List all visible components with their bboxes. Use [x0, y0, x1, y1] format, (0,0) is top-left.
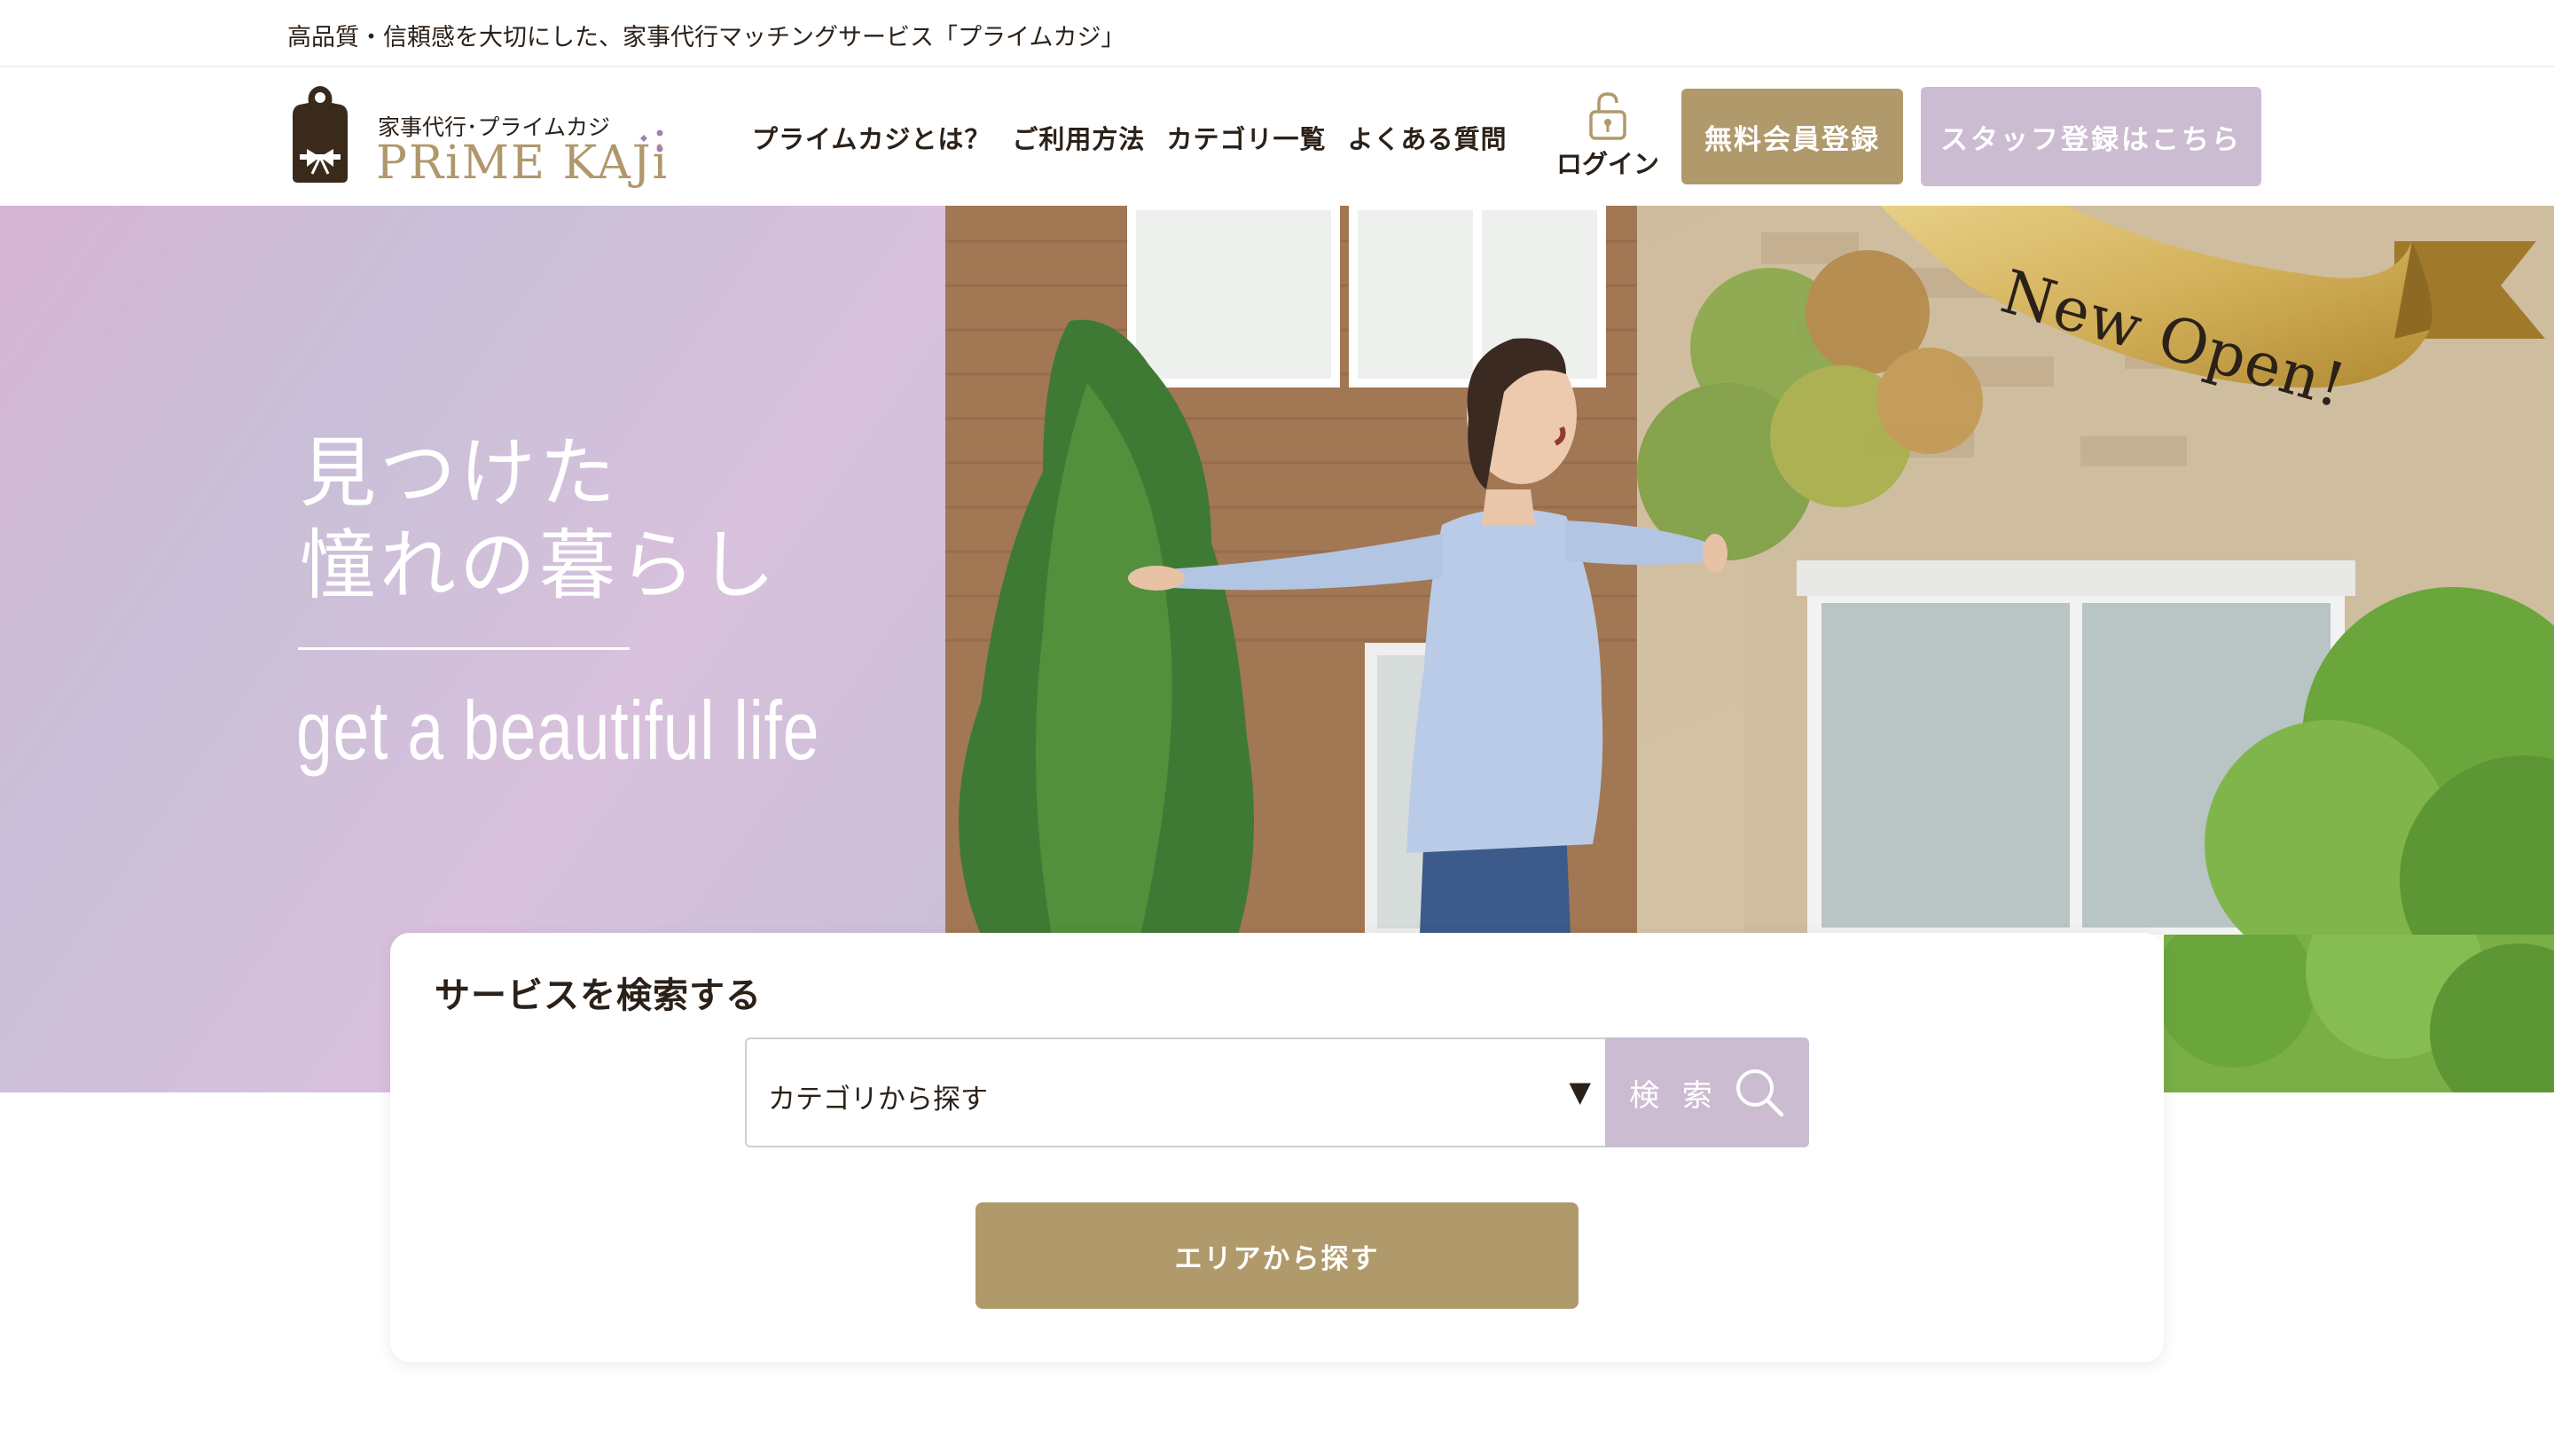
nav-faq[interactable]: よくある質問: [1347, 119, 1507, 156]
main-nav: プライムカジとは？ ご利用方法 カテゴリ一覧 よくある質問: [752, 119, 1507, 156]
search-button[interactable]: 検 索: [1605, 1037, 1809, 1147]
site-header: 家事代行･プライムカジ PRiME KAJi プライムカジとは？ ご利用方法 カ…: [0, 67, 2554, 206]
category-select-value: カテゴリから探す: [768, 1084, 988, 1115]
hero-headline-line1: 見つけた: [300, 429, 619, 518]
top-bar: 高品質・信頼感を大切にした、家事代行マッチングサービス「プライムカジ」: [0, 0, 2554, 67]
service-search-card: サービスを検索する カテゴリから探す ▼ 検 索 エリアから探す: [390, 933, 2164, 1362]
site-logo[interactable]: 家事代行･プライムカジ PRiME KAJi: [289, 80, 679, 195]
search-button-label: 検 索: [1629, 1078, 1720, 1113]
hero-photo-greenery: [2164, 935, 2554, 1092]
category-select[interactable]: カテゴリから探す ▼: [745, 1037, 1607, 1147]
search-title: サービスを検索する: [435, 975, 762, 1016]
hero-subline: get a beautiful life: [296, 684, 820, 777]
login-label: ログイン: [1555, 149, 1659, 179]
hero-headline-line2: 憧れの暮らし: [300, 521, 779, 610]
hero-headline: 見つけた 憧れの暮らし: [300, 427, 779, 612]
free-register-button[interactable]: 無料会員登録: [1681, 89, 1903, 184]
staff-register-button[interactable]: スタッフ登録はこちら: [1921, 87, 2261, 186]
nav-categories[interactable]: カテゴリ一覧: [1166, 119, 1326, 156]
caret-down-icon: ▼: [1569, 1075, 1591, 1108]
new-open-ribbon: [1880, 206, 2545, 388]
hero-divider: [298, 647, 630, 650]
sparkle-icon: [640, 129, 663, 153]
lock-icon: [1589, 92, 1626, 140]
area-search-button[interactable]: エリアから探す: [975, 1202, 1579, 1309]
nav-about[interactable]: プライムカジとは？: [752, 119, 991, 156]
search-icon: [1735, 1069, 1783, 1117]
nav-how-to-use[interactable]: ご利用方法: [1012, 119, 1145, 156]
logo-wordmark: PRiME KAJi: [376, 137, 670, 190]
apron-logo-icon: [293, 86, 348, 183]
site-tagline: 高品質・信頼感を大切にした、家事代行マッチングサービス「プライムカジ」: [287, 24, 1125, 51]
login-link[interactable]: ログイン: [1550, 90, 1665, 179]
